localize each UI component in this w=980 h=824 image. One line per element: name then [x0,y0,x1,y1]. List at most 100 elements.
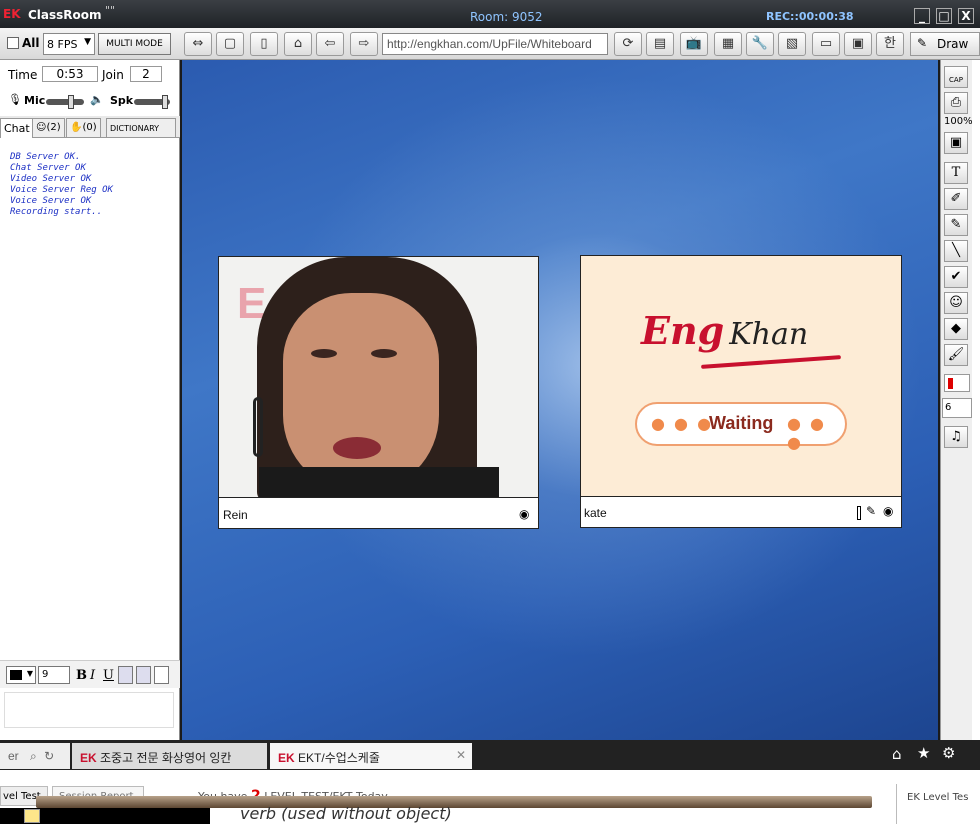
dots-right-icon: ● ● ● [787,414,827,452]
participant-name: kate [584,506,607,520]
bold-button[interactable]: B [76,668,87,683]
dictionary-button[interactable]: DICTIONARY [106,118,176,138]
wrench-icon[interactable]: 🔧 [746,32,774,56]
main-toolbar: All 8 FPS ▼ MULTI MODE ⇔ ▢ ▯ ⌂ ⇦ ⇨ http:… [0,28,980,60]
face-shape [283,293,439,493]
mic-slider-handle[interactable] [68,95,74,109]
dots-left-icon: ● ● ● [651,414,714,433]
font-color-select[interactable]: ▼ [6,666,36,684]
spk-slider-handle[interactable] [162,95,168,109]
text-tool-icon[interactable]: T [944,162,968,184]
back-icon[interactable]: ⇦ [316,32,344,56]
chevron-down-icon: ▼ [26,669,33,678]
background-page-edge [972,60,980,740]
color-picker[interactable] [944,374,970,392]
chat-tabs: Chat ☺(2) ✋(0) DICTIONARY [0,116,180,138]
font-size-value: 9 [42,669,49,680]
spk-label: Spk [110,94,134,107]
printer-icon[interactable]: ⎙ [944,92,968,114]
level-meter [857,506,861,520]
recording-timer: REC::00:00:38 [766,10,854,23]
reload-icon: ↻ [44,749,55,763]
participant-name: Rein [223,508,248,522]
browser-search[interactable]: er ⌕ ↻ [0,743,70,769]
minimize-button[interactable]: _ [914,8,930,24]
mic-slider[interactable] [46,99,84,105]
eraser-icon[interactable]: ✐ [944,188,968,210]
time-value: 0:53 [42,66,98,82]
stamp-icon[interactable]: ☺ [944,292,968,314]
music-note-icon[interactable]: ♫ [944,426,968,448]
font-size-stepper[interactable]: 9 [38,666,70,684]
tab-chat[interactable]: Chat [0,118,34,138]
folder-icon [24,809,40,823]
multi-mode-button[interactable]: MULTI MODE [98,33,171,55]
brush-icon[interactable]: 🖌 [944,344,968,366]
print-chat-icon[interactable] [136,666,151,684]
chat-line: Voice Server OK [10,196,92,206]
chevron-down-icon: ▼ [84,37,91,47]
refresh-icon[interactable]: ⟳ [614,32,642,56]
pen-icon[interactable]: ✎ [944,214,968,236]
underline-button[interactable]: U [103,668,114,683]
app-title: ClassRoom [28,8,102,22]
chat-input[interactable] [4,692,174,728]
tab-hands[interactable]: ✋(0) [66,118,101,138]
italic-button[interactable]: I [90,668,95,683]
mic-label: Mic [24,94,46,107]
fps-select[interactable]: 8 FPS ▼ [43,33,95,55]
level-test-panel: EK Level Tes [896,784,980,824]
window-icon[interactable]: ▢ [216,32,244,56]
title-bar: EK ClassRoom "" Room: 9052 REC::00:00:38… [0,0,980,28]
url-input[interactable]: http://engkhan.com/UpFile/Whiteboard [382,33,608,55]
zoom-level: 100% [944,116,973,127]
new-doc-icon[interactable] [154,666,169,684]
monitor-icon[interactable]: ▭ [812,32,840,56]
webcam-icon[interactable]: ◉ [519,507,529,521]
tab-users[interactable]: ☺(2) [32,118,65,138]
draw-button[interactable]: ✎ Draw [910,32,980,56]
forward-icon[interactable]: ⇨ [350,32,378,56]
eye-left [311,349,337,358]
hangul-button[interactable]: 한 [876,32,904,56]
search-text: er [8,749,19,763]
browser-tab-1[interactable]: EK 조중고 전문 화상영어 잉칸 [72,743,267,769]
engkhan-logo: Eng Khan [641,308,808,353]
all-checkbox[interactable] [7,37,19,49]
line-tool-icon[interactable]: ╲ [944,240,968,262]
save-chat-icon[interactable] [118,666,133,684]
edit-permission-icon[interactable]: ✎ [866,504,876,518]
pen-size-stepper[interactable]: 6 [942,398,972,418]
save-icon[interactable]: ▣ [944,132,968,154]
home-icon[interactable]: ⌂ [284,32,312,56]
dictionary-label: DICTIONARY [110,124,160,133]
capture-button[interactable]: CAP [944,66,968,88]
logo-swoosh [701,355,841,369]
browser-tab-2[interactable]: EK EKT/수업스케줄 ✕ [270,743,472,769]
close-button[interactable]: X [958,8,974,24]
maximize-button[interactable]: □ [936,8,952,24]
whiteboard[interactable]: E AN. Rein ◉ Eng Khan ● ● ● Waiting ● ● … [182,60,938,740]
title-dots: "" [105,4,116,17]
webcam-icon[interactable]: ◉ [883,504,893,518]
room-label: Room: 9052 [470,10,543,24]
device-icon[interactable]: ▯ [250,32,278,56]
chat-line: Chat Server OK [10,163,86,173]
fit-width-icon[interactable]: ⇔ [184,32,212,56]
check-icon[interactable]: ✔ [944,266,968,288]
fps-value: 8 FPS [47,38,78,51]
tv-icon[interactable]: 📺 [680,32,708,56]
pen-size-value: 6 [945,402,952,413]
home-icon[interactable]: ⌂ [892,745,902,763]
favorites-star-icon[interactable]: ★ [917,744,930,762]
chat-format-bar: ▼ 9 B I U [0,660,180,688]
shape-tool-icon[interactable]: ◆ [944,318,968,340]
users-count: (2) [46,122,61,133]
slides-icon[interactable]: ▤ [646,32,674,56]
edit-doc-icon[interactable]: ▧ [778,32,806,56]
screen-tools-icon[interactable]: ▦ [714,32,742,56]
close-tab-icon[interactable]: ✕ [456,748,466,762]
settings-gear-icon[interactable]: ⚙ [942,744,955,762]
hand-icon: ✋ [70,122,83,133]
layout-icon[interactable]: ▣ [844,32,872,56]
